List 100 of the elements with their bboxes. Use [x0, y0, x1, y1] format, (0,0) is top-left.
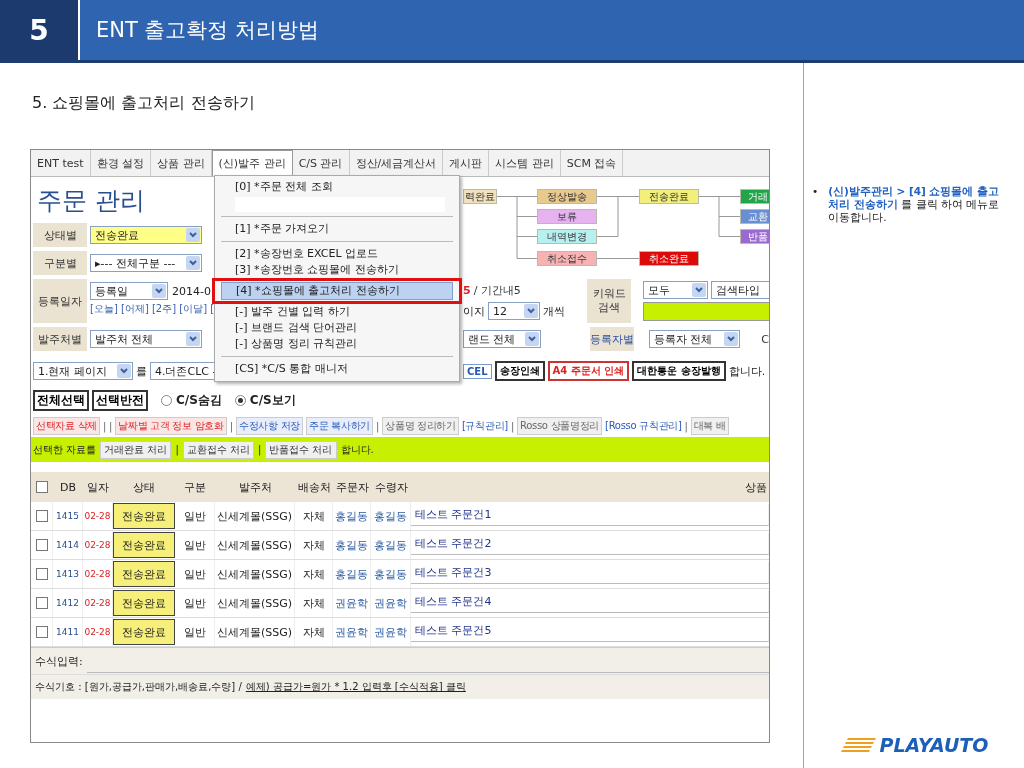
- radio-button[interactable]: [234, 394, 246, 406]
- status-box: 교환: [740, 209, 769, 224]
- nav-tab[interactable]: 상품 관리: [151, 150, 212, 176]
- keyword-input-field[interactable]: [643, 302, 769, 321]
- search-type-dropdown[interactable]: 검색타입: [711, 281, 769, 299]
- menu-item[interactable]: [4] *쇼핑몰에 출고처리 전송하기: [221, 282, 453, 300]
- nav-tab[interactable]: 환경 설정: [90, 150, 152, 176]
- status-dropdown[interactable]: 전송완료: [90, 226, 202, 244]
- product-name-field[interactable]: 테스트 주문건3: [411, 562, 769, 584]
- status-box: 보류: [537, 209, 597, 224]
- bullet: •: [812, 185, 819, 199]
- registrant-dropdown[interactable]: 등록자 전체: [648, 330, 741, 348]
- product-name-field[interactable]: 테스트 주문건5: [411, 620, 769, 642]
- menu-item[interactable]: [-] 브랜드 검색 단어관리: [221, 320, 453, 336]
- action-link[interactable]: [Rosso 규칙관리]: [605, 419, 682, 433]
- product-name-field[interactable]: 테스트 주문건4: [411, 591, 769, 613]
- checkbox[interactable]: [35, 568, 48, 580]
- table-cell: 신세계몰(SSG): [215, 589, 295, 617]
- status-cell: 전송완료: [113, 619, 175, 645]
- checkbox[interactable]: [35, 510, 48, 522]
- table-cell: 신세계몰(SSG): [215, 618, 295, 646]
- product-name-field[interactable]: 테스트 주문건2: [411, 533, 769, 555]
- formula-hint: 수식기호 : [원가,공급가,판매가,배송료,수량] /: [35, 680, 242, 694]
- status-box: 정상발송: [537, 189, 597, 204]
- date-shortcut-links[interactable]: [오늘] [어제] [2주] [이달] [: [90, 302, 215, 316]
- status-cell: 전송완료: [113, 561, 175, 587]
- menu-item[interactable]: [3] *송장번호 쇼핑몰에 전송하기: [221, 262, 453, 278]
- table-cell: 일반: [175, 531, 215, 559]
- status-box: 력완료: [463, 189, 497, 204]
- table-cell: 일반: [175, 502, 215, 530]
- bulk-action-button[interactable]: 반품접수 처리: [265, 440, 337, 459]
- nav-tab[interactable]: SCM 접속: [560, 150, 624, 176]
- checkbox[interactable]: [35, 539, 48, 551]
- date-type-dropdown[interactable]: 등록일: [90, 282, 168, 300]
- separator-text: |: [229, 420, 233, 432]
- print-suffix: 합니다.: [728, 363, 766, 379]
- action-button[interactable]: 대복 배: [690, 417, 729, 435]
- menu-item[interactable]: [0] *주문 전체 조회: [221, 179, 453, 195]
- action-button[interactable]: Rosso 상품명정리: [517, 417, 603, 435]
- select-button[interactable]: 선택반전: [92, 389, 148, 411]
- vendor-dropdown[interactable]: 발주처 전체: [90, 330, 202, 348]
- status-box: 취소접수: [537, 251, 597, 266]
- status-box: 전송완료: [639, 189, 699, 204]
- table-cell: 홍길동: [371, 560, 411, 588]
- separator-text: |: [175, 444, 179, 455]
- checkbox[interactable]: [36, 481, 48, 493]
- product-name-field[interactable]: 테스트 주문건1: [411, 504, 769, 526]
- bulk-action-button[interactable]: 교환접수 처리: [182, 440, 254, 459]
- menu-item[interactable]: [-] 상품명 정리 규칙관리: [221, 336, 453, 352]
- table-cell: 자체: [295, 502, 333, 530]
- separator-text: |: [376, 420, 380, 432]
- status-cell: 전송완료: [113, 590, 175, 616]
- table-cell: 홍길동: [333, 560, 371, 588]
- per-page-label: 이지: [463, 303, 485, 319]
- filter-label: 발주처별: [33, 327, 87, 351]
- status-box: 취소완료: [639, 251, 699, 266]
- column-header: 주문자: [334, 479, 370, 495]
- menu-item[interactable]: [2] *송장번호 EXCEL 업로드: [221, 246, 453, 262]
- menu-item[interactable]: [CS] *C/S 통합 매니저: [221, 361, 453, 377]
- date-value: 2014-0: [172, 284, 211, 298]
- period-count: / 기간내5: [473, 283, 521, 298]
- result-count: 5: [463, 284, 471, 297]
- filter-label: C: [761, 332, 769, 346]
- column-header: 상태: [132, 479, 156, 495]
- print-button[interactable]: 대한통운 송장발행: [632, 361, 726, 381]
- action-button[interactable]: 날짜별 고객 정보 암호화: [115, 417, 227, 435]
- separator-text: | |: [103, 420, 113, 432]
- radio-label: C/S숨김: [176, 391, 222, 409]
- print-button[interactable]: CEL: [463, 363, 492, 379]
- nav-tab[interactable]: ENT test: [31, 150, 91, 176]
- per-page-dropdown[interactable]: 12: [488, 302, 540, 320]
- table-cell: 일반: [175, 560, 215, 588]
- keyword-scope-dropdown[interactable]: 모두: [643, 281, 708, 299]
- column-header: 배송처: [296, 479, 332, 495]
- print-button[interactable]: 송장인쇄: [494, 361, 545, 381]
- select-button[interactable]: 전체선택: [33, 389, 89, 411]
- filter-label: 등록자별: [589, 327, 634, 351]
- menu-item[interactable]: [-] 발주 건별 입력 하기: [221, 304, 453, 320]
- bulk-action-button[interactable]: 거래완료 처리: [100, 440, 172, 459]
- brand-dropdown[interactable]: 랜드 전체: [463, 330, 541, 348]
- slide-number: 5: [0, 0, 78, 60]
- action-button[interactable]: 수정사항 저장: [235, 417, 303, 435]
- menu-item[interactable]: [1] *주문 가져오기: [221, 221, 453, 237]
- radio-button[interactable]: [161, 394, 172, 406]
- column-header: DB: [59, 480, 77, 494]
- column-header: 상품: [744, 479, 768, 495]
- print-button[interactable]: A4 주문서 인쇄: [547, 361, 630, 381]
- action-button[interactable]: 주문 복사하기: [305, 417, 374, 435]
- nav-tab[interactable]: 시스템 관리: [489, 150, 561, 176]
- action-button[interactable]: 상품명 정리하기: [382, 417, 459, 435]
- checkbox[interactable]: [35, 626, 48, 638]
- action-link[interactable]: [규칙관리]: [461, 419, 508, 433]
- page-scope-dropdown[interactable]: 1.현재 페이지: [33, 362, 133, 380]
- type-dropdown[interactable]: ▸--- 전체구분 ---: [90, 254, 202, 272]
- action-button[interactable]: 선택자료 삭제: [33, 417, 101, 435]
- nav-tab[interactable]: (신)발주 관리: [211, 150, 293, 176]
- formula-example-link[interactable]: 예제) 공급가=원가 * 1.2 입력후 [수식적용] 클릭: [245, 680, 466, 694]
- column-header: 수령자: [373, 479, 409, 495]
- checkbox[interactable]: [35, 597, 48, 609]
- section-heading: 5. 쇼핑몰에 출고처리 전송하기: [32, 93, 256, 114]
